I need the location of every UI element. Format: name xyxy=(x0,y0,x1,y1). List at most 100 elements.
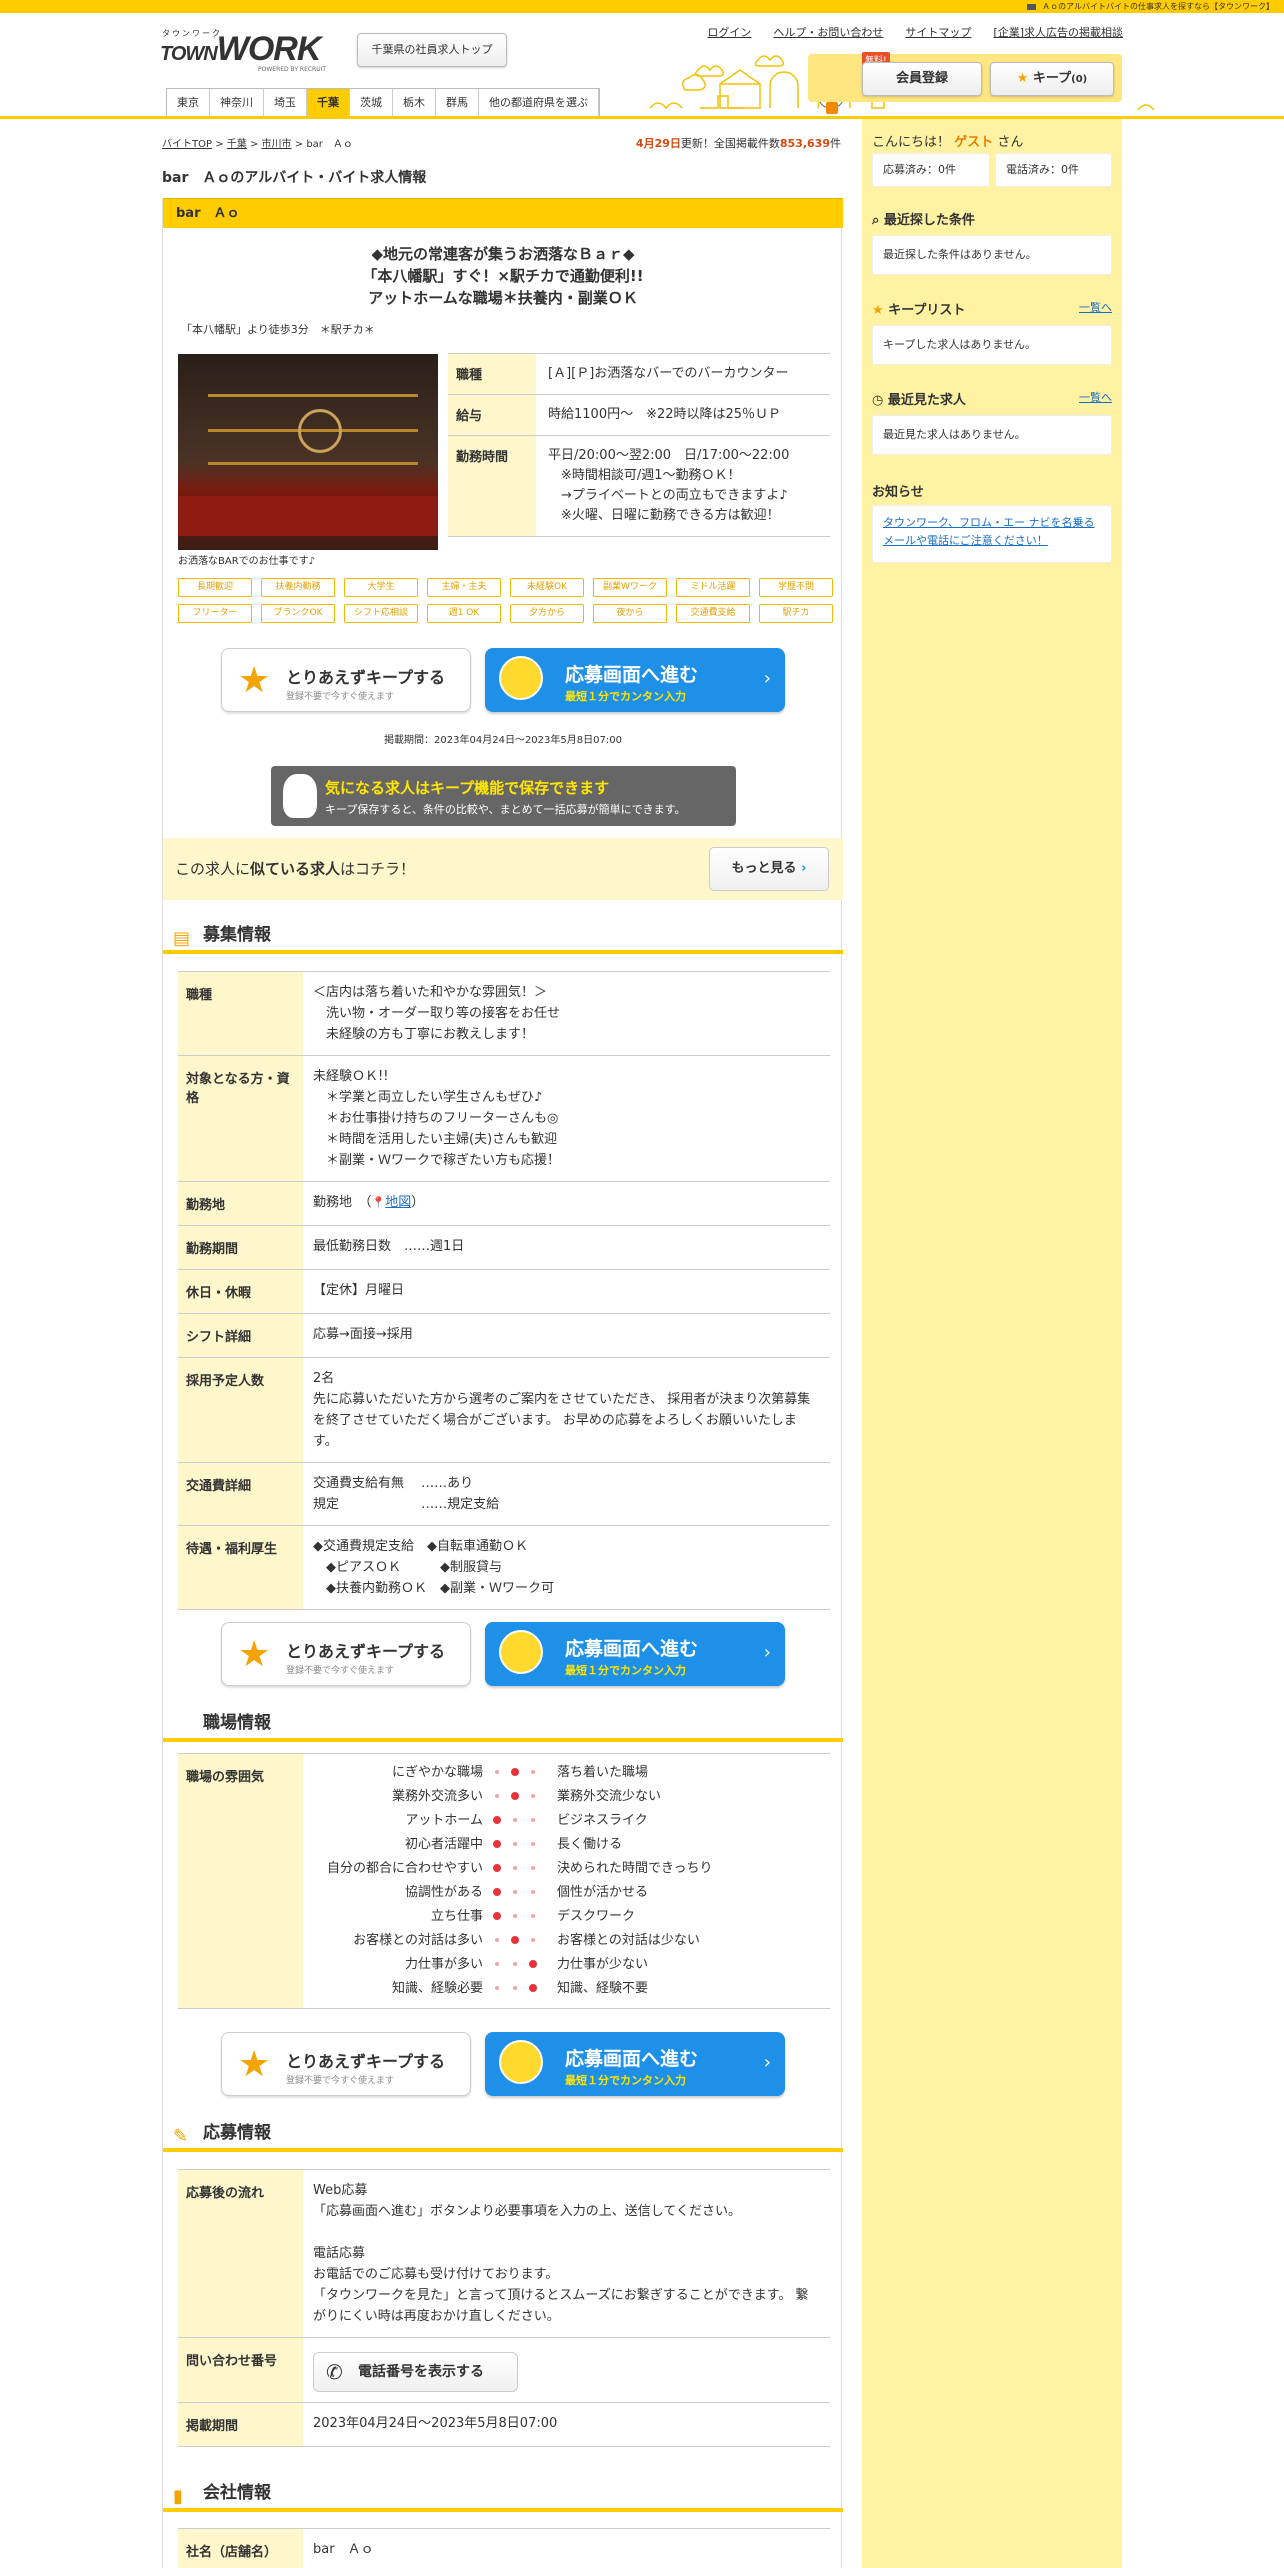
catch-copy: ◆地元の常連客が集うお洒落なＢａｒ◆ 「本八幡駅」すぐ！×駅チカで通勤便利!! アッ… xyxy=(362,245,644,307)
page-title: bar Ａｏのアルバイト・バイト求人情報 xyxy=(162,170,427,186)
atmosphere-dot xyxy=(531,1890,535,1894)
keep-list-empty: キープした求人はありません。 xyxy=(872,325,1112,365)
atmosphere-table: 職場の雰囲気 にぎやかな職場 落ち着いた職場 業務外交流多い 業務外交流少ない アットホー… xyxy=(178,1753,830,2009)
notice-heading: お知らせ xyxy=(872,485,924,500)
atmosphere-dot xyxy=(531,1818,535,1822)
keep-button[interactable]: ★ とりあえずキープする 登録不要で今すぐ使えます xyxy=(221,1622,471,1686)
more-button[interactable]: もっと見る › xyxy=(709,847,829,891)
apply-button[interactable]: 応募画面へ進む 最短１分でカンタン入力 › xyxy=(485,2032,785,2096)
atmosphere-scale xyxy=(483,1785,553,1809)
atmosphere-right: 業務外交流少ない xyxy=(557,1789,662,1804)
atmosphere-right: デスクワーク xyxy=(557,1909,636,1924)
recent-viewed-link[interactable]: 一覧へ xyxy=(1079,389,1112,405)
tab-other-prefectures[interactable]: 他の都道府県を選ぶ xyxy=(479,89,599,116)
atmosphere-row: アットホーム ビジネスライク xyxy=(303,1809,830,1833)
map-link[interactable]: 地図 xyxy=(385,1195,411,1210)
townwork-logo[interactable]: タウンワーク TOWNWORK POWERED BY RECRUIT xyxy=(160,28,340,74)
table-row: 交通費詳細 交通費支給有無 ……あり 規定 ……規定支給 xyxy=(178,1463,830,1526)
apply-button[interactable]: 応募画面へ進む 最短１分でカンタン入力 › xyxy=(485,648,785,712)
feature-tag[interactable]: 夜から xyxy=(593,604,667,623)
keep-info-banner[interactable]: 気になる求人はキープ機能で保存できます キープ保存すると、条件の比較や、まとめて一… xyxy=(271,766,736,826)
member-register-button[interactable]: 会員登録 xyxy=(862,62,982,96)
feature-tag[interactable]: 扶養内勤務 xyxy=(261,578,335,597)
feature-tag[interactable]: 主婦・主夫 xyxy=(427,578,501,597)
recent-conditions-empty: 最近探した条件はありません。 xyxy=(872,235,1112,275)
chevron-right-icon: › xyxy=(763,2052,771,2073)
atmosphere-marker xyxy=(493,1864,501,1872)
tab-tochigi[interactable]: 栃木 xyxy=(393,89,436,116)
atmosphere-dot xyxy=(531,1914,535,1918)
history-icon: ◷ xyxy=(872,393,884,408)
feature-tag[interactable]: 学歴不問 xyxy=(759,578,833,597)
tab-kanagawa[interactable]: 神奈川 xyxy=(210,89,264,116)
atmosphere-left: お客様との対話は多い xyxy=(353,1933,483,1948)
table-row: 問い合わせ番号電話番号を表示する xyxy=(178,2338,830,2403)
row-value: ◆交通費規定支給 ◆自転車通勤ＯＫ ◆ピアスＯＫ ◆制服貸与 ◆扶養内勤務ＯＫ … xyxy=(313,1539,554,1596)
show-phone-button[interactable]: 電話番号を表示する xyxy=(313,2352,518,2392)
row-value: 【定休】月曜日 xyxy=(313,1283,405,1298)
row-header: 対象となる方・資格 xyxy=(178,1056,303,1181)
feature-tag[interactable]: ブランクOK xyxy=(261,604,335,623)
feature-tag[interactable]: 駅チカ xyxy=(759,604,833,623)
recent-conditions-heading: ⌕ 最近探した条件 xyxy=(872,213,975,228)
keep-list-link[interactable]: 一覧へ xyxy=(1079,299,1112,315)
breadcrumb-top[interactable]: バイトTOP xyxy=(162,139,212,150)
breadcrumb-chiba[interactable]: 千葉 xyxy=(227,139,247,150)
atmosphere-header: 職場の雰囲気 xyxy=(178,1754,303,2008)
bird-icon xyxy=(499,656,543,700)
notice-box: タウンワーク、フロム・エー ナビを名乗るメールや電話にご注意ください！ xyxy=(872,505,1112,563)
sidebar: こんにちは！ ゲスト さん 応募済み：0件 電話済み：0件 ⌕ 最近探した条件 … xyxy=(862,119,1122,2568)
tab-tokyo[interactable]: 東京 xyxy=(167,89,210,116)
feature-tag[interactable]: 大学生 xyxy=(344,578,418,597)
section-company: ▮ 会社情報 xyxy=(163,2478,843,2512)
row-value: 勤務地 （📍地図） xyxy=(303,1182,830,1225)
feature-tag[interactable]: シフト応相談 xyxy=(344,604,418,623)
feature-tag[interactable]: 長期歓迎 xyxy=(178,578,252,597)
feature-tag[interactable]: 副業Wワーク xyxy=(593,578,667,597)
keep-button[interactable]: ★ とりあえずキープする 登録不要で今すぐ使えます xyxy=(221,648,471,712)
tab-chiba[interactable]: 千葉 xyxy=(307,89,350,116)
row-header: 問い合わせ番号 xyxy=(178,2338,303,2402)
summary-row: 給与 時給1100円～ ※22時以降は25％ＵＰ xyxy=(448,395,830,436)
keep-header-button[interactable]: ★ キープ(0) xyxy=(990,62,1114,96)
atmosphere-scale xyxy=(483,1881,553,1905)
tab-ibaraki[interactable]: 茨城 xyxy=(350,89,393,116)
feature-tag[interactable]: 夕方から xyxy=(510,604,584,623)
atmosphere-marker xyxy=(493,1816,501,1824)
atmosphere-dot xyxy=(513,1986,517,1990)
row-value: 応募→面接→採用 xyxy=(313,1327,413,1342)
atmosphere-marker xyxy=(493,1912,501,1920)
atmosphere-dot xyxy=(531,1842,535,1846)
notice-link[interactable]: タウンワーク、フロム・エー ナビを名乗るメールや電話にご注意ください！ xyxy=(883,516,1095,547)
tab-gunma[interactable]: 群馬 xyxy=(436,89,479,116)
table-row: 応募後の流れ Web応募 「応募画面へ進む」ボタンより必要事項を入力の上、送信して… xyxy=(178,2170,830,2338)
summary-header: 勤務時間 xyxy=(448,436,536,536)
breadcrumb-ichikawa[interactable]: 市川市 xyxy=(262,139,292,150)
location-text: 勤務地 （ xyxy=(313,1195,372,1210)
feature-tag[interactable]: ミドル活躍 xyxy=(676,578,750,597)
atmosphere-right: お客様との対話は少ない xyxy=(557,1933,700,1948)
atmosphere-dot xyxy=(531,1770,535,1774)
row-header: 待遇・福利厚生 xyxy=(178,1526,303,1609)
feature-tag[interactable]: 週1 OK xyxy=(427,604,501,623)
atmosphere-marker xyxy=(493,1840,501,1848)
feature-tag[interactable]: フリーター xyxy=(178,604,252,623)
feature-tag[interactable]: 未経験OK xyxy=(510,578,584,597)
summary-row: 勤務時間 平日/20:00～翌2:00 日/17:00～22:00 ※時間相談可/… xyxy=(448,436,830,537)
row-header: 勤務期間 xyxy=(178,1226,303,1269)
greeting: こんにちは！ ゲスト さん xyxy=(872,135,1024,150)
region-top-button[interactable]: 千葉県の社員求人トップ xyxy=(357,33,507,67)
row-value: 未経験ＯＫ!! ＊学業と両立したい学生さんもぜひ♪ ＊お仕事掛け持ちのフリーター… xyxy=(313,1069,561,1168)
station-info: 「本八幡駅」より徒歩3分 ＊駅チカ＊ xyxy=(181,323,375,336)
row-value: 2名 先に応募いただいた方から選考のご案内をさせていただき、 採用者が決まり次第… xyxy=(313,1371,811,1449)
keep-button[interactable]: ★ とりあえずキープする 登録不要で今すぐ使えます xyxy=(221,2032,471,2096)
feature-tag[interactable]: 交通費支給 xyxy=(676,604,750,623)
apply-button[interactable]: 応募画面へ進む 最短１分でカンタン入力 › xyxy=(485,1622,785,1686)
table-row: 採用予定人数 2名 先に応募いただいた方から選考のご案内をさせていただき、 採用者… xyxy=(178,1358,830,1463)
tab-saitama[interactable]: 埼玉 xyxy=(264,89,307,116)
atmosphere-right: 決められた時間できっちり xyxy=(557,1861,713,1876)
atmosphere-dot xyxy=(513,1890,517,1894)
atmosphere-dot xyxy=(513,1842,517,1846)
breadcrumb: バイトTOP > 千葉 > 市川市 > bar Ａｏ xyxy=(162,139,353,150)
table-row: 勤務期間 最低勤務日数 ……週1日 xyxy=(178,1226,830,1270)
